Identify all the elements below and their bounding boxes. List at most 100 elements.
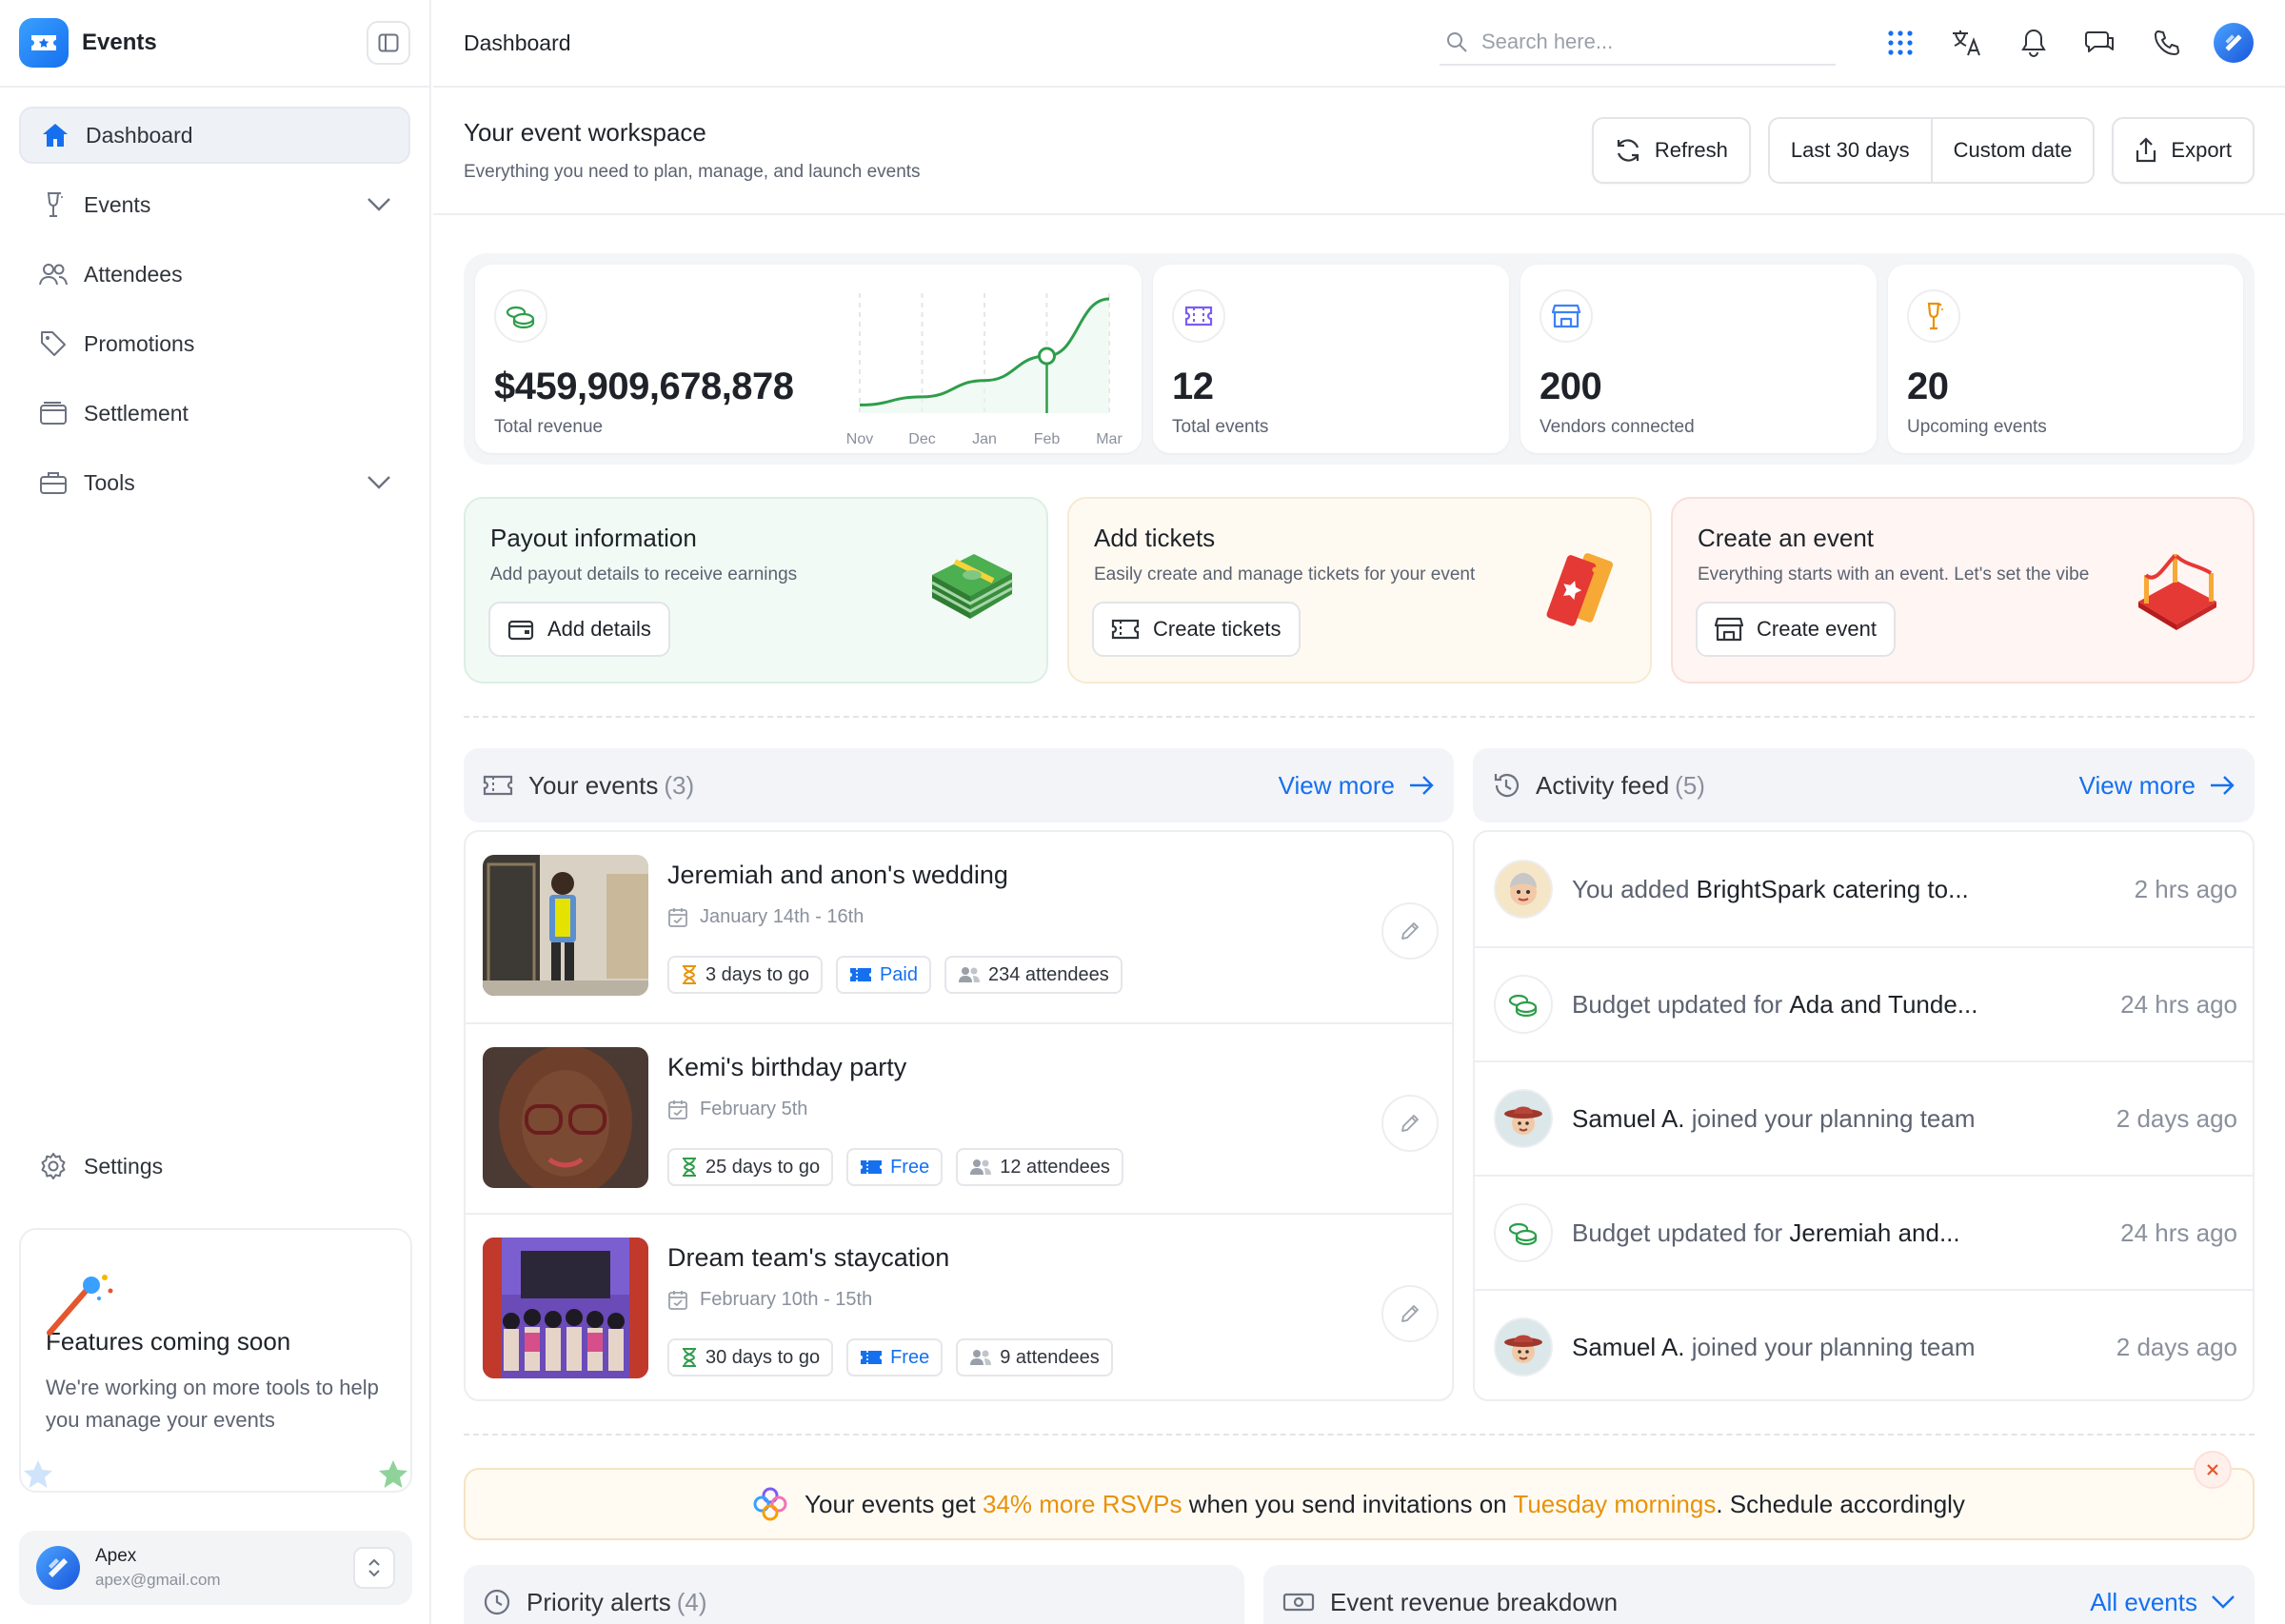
pencil-icon xyxy=(1401,1305,1419,1322)
apps-grid-button[interactable] xyxy=(1879,22,1921,64)
clock-icon xyxy=(483,1588,511,1616)
tag-icon xyxy=(38,328,69,359)
feed-message: Samuel A. joined your planning team xyxy=(1572,1333,1976,1362)
close-tip-button[interactable] xyxy=(2194,1451,2232,1489)
activity-view-more-link[interactable]: View more xyxy=(2079,771,2235,801)
sidebar-item-settlement[interactable]: Settlement xyxy=(19,385,410,442)
search-bar xyxy=(1440,20,1836,66)
list-item[interactable]: Budget updated for Ada and Tunde... 24 h… xyxy=(1475,946,2253,1060)
star-decoration-icon xyxy=(379,1460,407,1488)
custom-date-button[interactable]: Custom date xyxy=(1930,119,2094,182)
pencil-icon xyxy=(1401,922,1419,940)
rsvp-tip-banner: Your events get 34% more RSVPs when you … xyxy=(464,1451,2255,1540)
feed-prefix: You added xyxy=(1572,874,1697,903)
account-switch-button[interactable] xyxy=(353,1547,395,1589)
last-30-days-button[interactable]: Last 30 days xyxy=(1770,119,1931,182)
sidebar-collapse-button[interactable] xyxy=(367,21,410,65)
sidebar-item-settings[interactable]: Settings xyxy=(19,1138,412,1195)
edit-event-button[interactable] xyxy=(1381,902,1439,960)
page-subtitle: Everything you need to plan, manage, and… xyxy=(464,162,921,182)
attendees-badge: 234 attendees xyxy=(944,956,1123,994)
event-title: Dream team's staycation xyxy=(667,1243,950,1272)
sidebar-item-attendees[interactable]: Attendees xyxy=(19,246,410,303)
list-item[interactable]: Samuel A. joined your planning team 2 da… xyxy=(1475,1289,2253,1399)
stat-card-events: 12 Total events xyxy=(1153,265,1509,453)
free-badge: Free xyxy=(846,1338,944,1376)
event-date-text: February 5th xyxy=(700,1099,808,1119)
priority-alerts-count: (4) xyxy=(676,1587,707,1616)
topbar: Dashboard xyxy=(433,0,2285,88)
tickets-illustration-icon xyxy=(1546,553,1614,626)
sidebar-item-promotions[interactable]: Promotions xyxy=(19,315,410,372)
create-event-button[interactable]: Create event xyxy=(1696,602,1896,657)
feed-subject: Ada and Tunde... xyxy=(1789,989,1978,1019)
event-chips: 3 days to go Paid 234 attendees xyxy=(667,956,1136,994)
wallet-icon xyxy=(507,620,534,641)
revenue-sparkline-chart: Nov Dec Jan Feb Mar xyxy=(846,293,1123,447)
feed-subject: BrightSpark catering to... xyxy=(1696,874,1969,903)
pencil-icon xyxy=(1401,1115,1419,1132)
export-label: Export xyxy=(2171,138,2232,162)
money-icon xyxy=(1494,1203,1553,1262)
notifications-button[interactable] xyxy=(2013,22,2055,64)
promo-card-payout: Payout information Add payout details to… xyxy=(464,497,1048,683)
event-type-text: Paid xyxy=(879,963,918,985)
ticket-icon xyxy=(1111,619,1140,640)
event-type-text: Free xyxy=(890,1156,930,1178)
create-tickets-button[interactable]: Create tickets xyxy=(1092,602,1301,657)
refresh-button[interactable]: Refresh xyxy=(1591,117,1751,184)
refresh-icon xyxy=(1617,139,1639,162)
cash-stack-icon xyxy=(931,554,1013,619)
sidebar-item-label: Events xyxy=(84,191,151,217)
translate-button[interactable] xyxy=(1946,22,1988,64)
chart-tick-label: Dec xyxy=(908,431,935,447)
countdown-badge: 3 days to go xyxy=(667,956,823,994)
event-thumbnail-image xyxy=(483,1238,648,1378)
search-input[interactable] xyxy=(1481,30,1805,54)
sidebar-item-events[interactable]: Events xyxy=(19,176,410,233)
sidebar-item-tools[interactable]: Tools xyxy=(19,454,410,511)
event-thumbnail-image xyxy=(483,855,648,996)
edit-event-button[interactable] xyxy=(1381,1285,1439,1342)
list-item[interactable]: You added BrightSpark catering to... 2 h… xyxy=(1475,832,2253,946)
list-item[interactable]: Jeremiah and anon's wedding January 14th… xyxy=(466,832,1452,1022)
event-date: February 5th xyxy=(667,1099,807,1120)
user-profile-card[interactable]: Apex apex@gmail.com xyxy=(19,1531,412,1605)
calendar-icon xyxy=(668,1290,687,1310)
messages-button[interactable] xyxy=(2079,22,2121,64)
event-chips: 30 days to go Free 9 attendees xyxy=(667,1338,1126,1376)
sidebar-item-dashboard[interactable]: Dashboard xyxy=(19,107,410,164)
calls-button[interactable] xyxy=(2146,22,2188,64)
event-date: January 14th - 16th xyxy=(667,906,864,928)
ticket-icon xyxy=(861,1160,883,1174)
add-details-button[interactable]: Add details xyxy=(488,602,670,657)
chevron-down-icon[interactable] xyxy=(367,197,391,212)
tip-text: Your events get 34% more RSVPs when you … xyxy=(805,1490,1965,1519)
total-events-label: Total events xyxy=(1172,417,1269,437)
users-icon xyxy=(959,967,980,982)
all-events-dropdown[interactable]: All events xyxy=(2090,1588,2235,1617)
events-view-more-link[interactable]: View more xyxy=(1279,771,1435,801)
tip-highlight: 34% more RSVPs xyxy=(983,1489,1182,1518)
list-item[interactable]: Samuel A. joined your planning team 2 da… xyxy=(1475,1060,2253,1175)
feed-message: You added BrightSpark catering to... xyxy=(1572,875,1969,904)
promo-card-create-event: Create an event Everything starts with a… xyxy=(1671,497,2255,683)
sidebar-item-label: Tools xyxy=(84,469,135,495)
sidebar: Events Dashboard Events Attendees Promot… xyxy=(0,0,431,1624)
chevron-down-icon[interactable] xyxy=(367,475,391,490)
feed-subject: Jeremiah and... xyxy=(1789,1218,1960,1247)
view-more-label: View more xyxy=(1278,770,1395,800)
revenue-breakdown-title: Event revenue breakdown xyxy=(1330,1587,1619,1616)
list-item[interactable]: Budget updated for Jeremiah and... 24 hr… xyxy=(1475,1175,2253,1289)
ticket-icon xyxy=(483,774,513,797)
list-item[interactable]: Dream team's staycation February 10th - … xyxy=(466,1213,1452,1399)
profile-avatar-button[interactable] xyxy=(2213,22,2255,64)
events-list: Jeremiah and anon's wedding January 14th… xyxy=(464,830,1454,1401)
attendees-badge: 9 attendees xyxy=(956,1338,1113,1376)
list-item[interactable]: Kemi's birthday party February 5th 25 da… xyxy=(466,1022,1452,1213)
event-date: February 10th - 15th xyxy=(667,1289,872,1311)
feed-time: 24 hrs ago xyxy=(2120,989,2237,1019)
home-icon xyxy=(40,120,70,150)
edit-event-button[interactable] xyxy=(1381,1095,1439,1152)
export-button[interactable]: Export xyxy=(2112,117,2255,184)
